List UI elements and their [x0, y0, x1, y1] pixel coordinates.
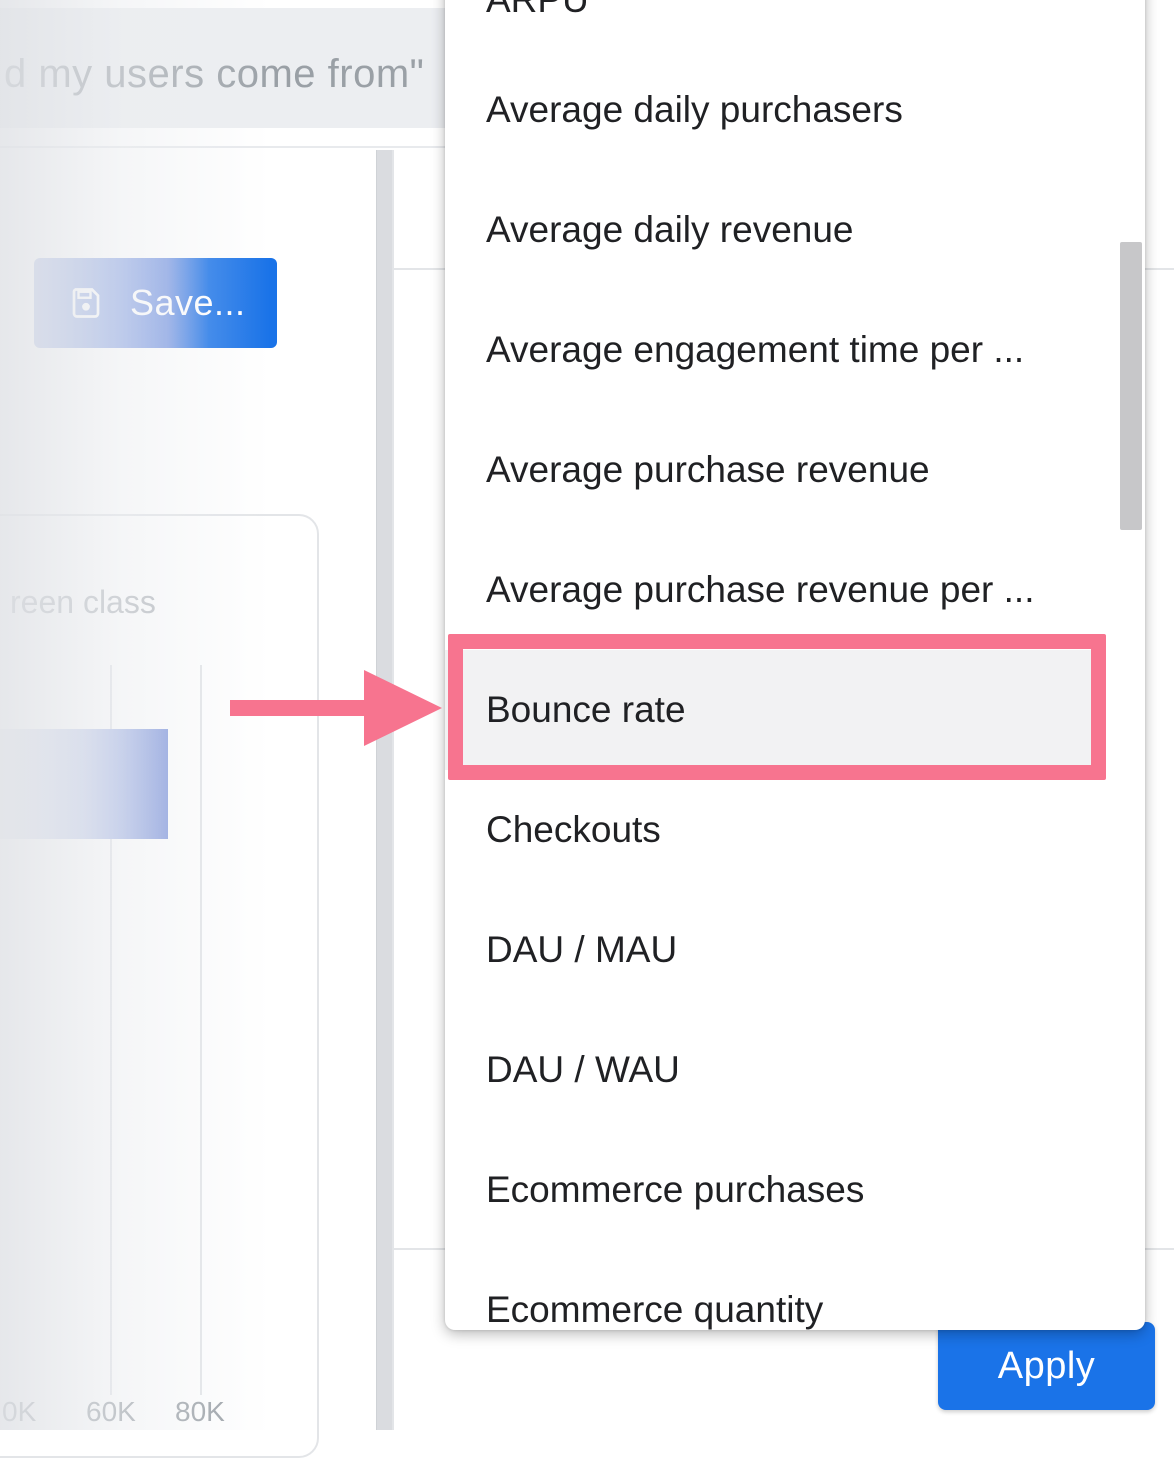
axis-tick-label: 60K — [86, 1396, 136, 1428]
apply-button-label: Apply — [998, 1345, 1096, 1388]
menu-item-label: Average purchase revenue per ... — [486, 569, 1035, 611]
save-button-label: Save... — [130, 282, 246, 324]
chart-bar — [0, 729, 168, 839]
menu-item-ecommerce-quantity[interactable]: Ecommerce quantity — [445, 1250, 1105, 1330]
menu-item-average-purchase-revenue-per[interactable]: Average purchase revenue per ... — [445, 530, 1105, 650]
menu-item-label: DAU / WAU — [486, 1049, 680, 1091]
menu-item-label: Average daily revenue — [486, 209, 854, 251]
panel-row-divider — [1140, 1248, 1174, 1250]
analysis-search-bar[interactable]: d my users come from" — [0, 8, 460, 128]
arrow-right-icon — [230, 668, 442, 748]
menu-item-label: Average daily purchasers — [486, 89, 903, 131]
chart-card-title: reen class — [10, 584, 156, 621]
axis-tick-label: 0K — [2, 1396, 36, 1428]
chart-card — [0, 514, 319, 1458]
save-icon — [68, 285, 104, 321]
menu-item-ecommerce-purchases[interactable]: Ecommerce purchases — [445, 1130, 1105, 1250]
panel-row-divider — [1140, 268, 1174, 270]
panel-scrollbar[interactable] — [376, 150, 393, 1430]
menu-item-label: Ecommerce quantity — [486, 1289, 823, 1330]
highlight-box — [448, 634, 1106, 780]
menu-item-label: ARPU — [486, 0, 589, 21]
menu-item-label: Checkouts — [486, 809, 661, 851]
menu-item-label: DAU / MAU — [486, 929, 677, 971]
panel-divider — [392, 150, 394, 1430]
menu-item-average-purchase-revenue[interactable]: Average purchase revenue — [445, 410, 1105, 530]
menu-item-label: Average purchase revenue — [486, 449, 930, 491]
menu-item-average-daily-revenue[interactable]: Average daily revenue — [445, 170, 1105, 290]
header-divider — [0, 146, 460, 148]
menu-item-label: Average engagement time per ... — [486, 329, 1024, 371]
menu-item-label: Ecommerce purchases — [486, 1169, 864, 1211]
menu-item-average-daily-purchasers[interactable]: Average daily purchasers — [445, 50, 1105, 170]
search-query-text: d my users come from" — [4, 52, 424, 97]
menu-item-average-engagement-time[interactable]: Average engagement time per ... — [445, 290, 1105, 410]
save-button[interactable]: Save... — [34, 258, 277, 348]
menu-scrollbar-thumb[interactable] — [1120, 242, 1142, 530]
apply-button[interactable]: Apply — [938, 1322, 1155, 1410]
menu-item-dau-wau[interactable]: DAU / WAU — [445, 1010, 1105, 1130]
menu-item-dau-mau[interactable]: DAU / MAU — [445, 890, 1105, 1010]
axis-tick-label: 80K — [175, 1396, 225, 1428]
menu-item-checkouts[interactable]: Checkouts — [445, 770, 1105, 890]
chart-gridline — [200, 665, 202, 1395]
